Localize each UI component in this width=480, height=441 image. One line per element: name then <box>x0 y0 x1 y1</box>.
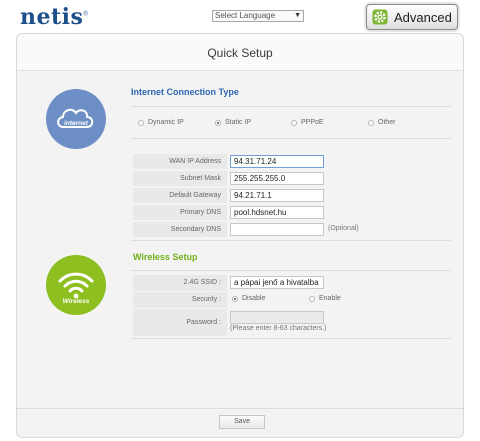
wireless-section-title: Wireless Setup <box>133 252 198 262</box>
wifi-icon <box>58 272 94 299</box>
cloud-icon <box>57 108 94 128</box>
radio-pppoe[interactable]: PPPoE <box>291 119 324 126</box>
chevron-down-icon: ▼ <box>294 12 301 19</box>
radio-label: Disable <box>242 295 266 302</box>
radio-label: Dynamic IP <box>148 119 184 126</box>
radio-button[interactable] <box>291 119 297 126</box>
secondary-dns-label: Secondary DNS <box>133 222 227 237</box>
radio-button[interactable] <box>368 119 374 126</box>
security-label: Security : <box>133 292 227 308</box>
radio-button[interactable] <box>232 295 238 302</box>
divider <box>131 240 451 241</box>
radio-label: PPPoE <box>301 119 324 126</box>
radio-button[interactable] <box>215 119 221 126</box>
wireless-badge: Wireless <box>46 255 106 315</box>
wireless-badge-label: Wireless <box>62 298 90 305</box>
password-hint: (Please enter 8-63 characters.) <box>230 325 327 332</box>
ssid-label: 2.4G SSID : <box>133 275 227 291</box>
page-title: Quick Setup <box>17 34 463 71</box>
save-button[interactable]: Save <box>219 415 265 429</box>
optional-note: (Optional) <box>328 225 359 232</box>
password-label: Password : <box>133 309 227 336</box>
language-select[interactable]: Select Language ▼ <box>212 10 304 22</box>
radio-static-ip[interactable]: Static IP <box>215 119 251 126</box>
radio-security-enable[interactable]: Enable <box>309 295 341 302</box>
radio-dynamic-ip[interactable]: Dynamic IP <box>138 119 184 126</box>
ssid-input[interactable]: a pápai jenő a hivatalba <box>230 276 324 289</box>
radio-label: Enable <box>319 295 341 302</box>
radio-security-disable[interactable]: Disable <box>232 295 265 302</box>
wan-ip-label: WAN IP Address <box>133 154 227 169</box>
divider <box>131 106 451 107</box>
advanced-button[interactable]: Advanced <box>366 4 458 30</box>
default-gateway-label: Default Gateway <box>133 188 227 203</box>
divider <box>131 270 451 271</box>
logo-registered-mark: ® <box>83 11 89 18</box>
radio-button[interactable] <box>309 295 315 302</box>
subnet-mask-label: Subnet Mask <box>133 171 227 186</box>
footer-divider <box>17 408 463 409</box>
password-input[interactable] <box>230 311 324 324</box>
radio-label: Static IP <box>225 119 252 126</box>
logo-text: netis <box>20 4 84 30</box>
default-gateway-input[interactable]: 94.21.71.1 <box>230 189 324 202</box>
quick-setup-panel: Quick Setup internet Internet Connection… <box>16 33 464 438</box>
divider <box>131 138 451 139</box>
radio-label: Other <box>378 119 396 126</box>
language-select-value: Select Language <box>215 11 276 20</box>
internet-section-title: Internet Connection Type <box>131 87 239 97</box>
netis-logo: netis® <box>20 4 88 30</box>
subnet-mask-input[interactable]: 255.255.255.0 <box>230 172 324 185</box>
radio-button[interactable] <box>138 119 144 126</box>
wan-ip-input[interactable]: 94.31.71.24 <box>230 155 324 168</box>
internet-badge: internet <box>46 89 106 149</box>
secondary-dns-input[interactable] <box>230 223 324 236</box>
advanced-button-label: Advanced <box>394 9 452 25</box>
gear-icon <box>372 9 388 25</box>
internet-badge-label: internet <box>64 120 88 127</box>
primary-dns-input[interactable]: pool.hdsnet.hu <box>230 206 324 219</box>
primary-dns-label: Primary DNS <box>133 205 227 220</box>
radio-other[interactable]: Other <box>368 119 396 126</box>
divider <box>131 338 451 339</box>
